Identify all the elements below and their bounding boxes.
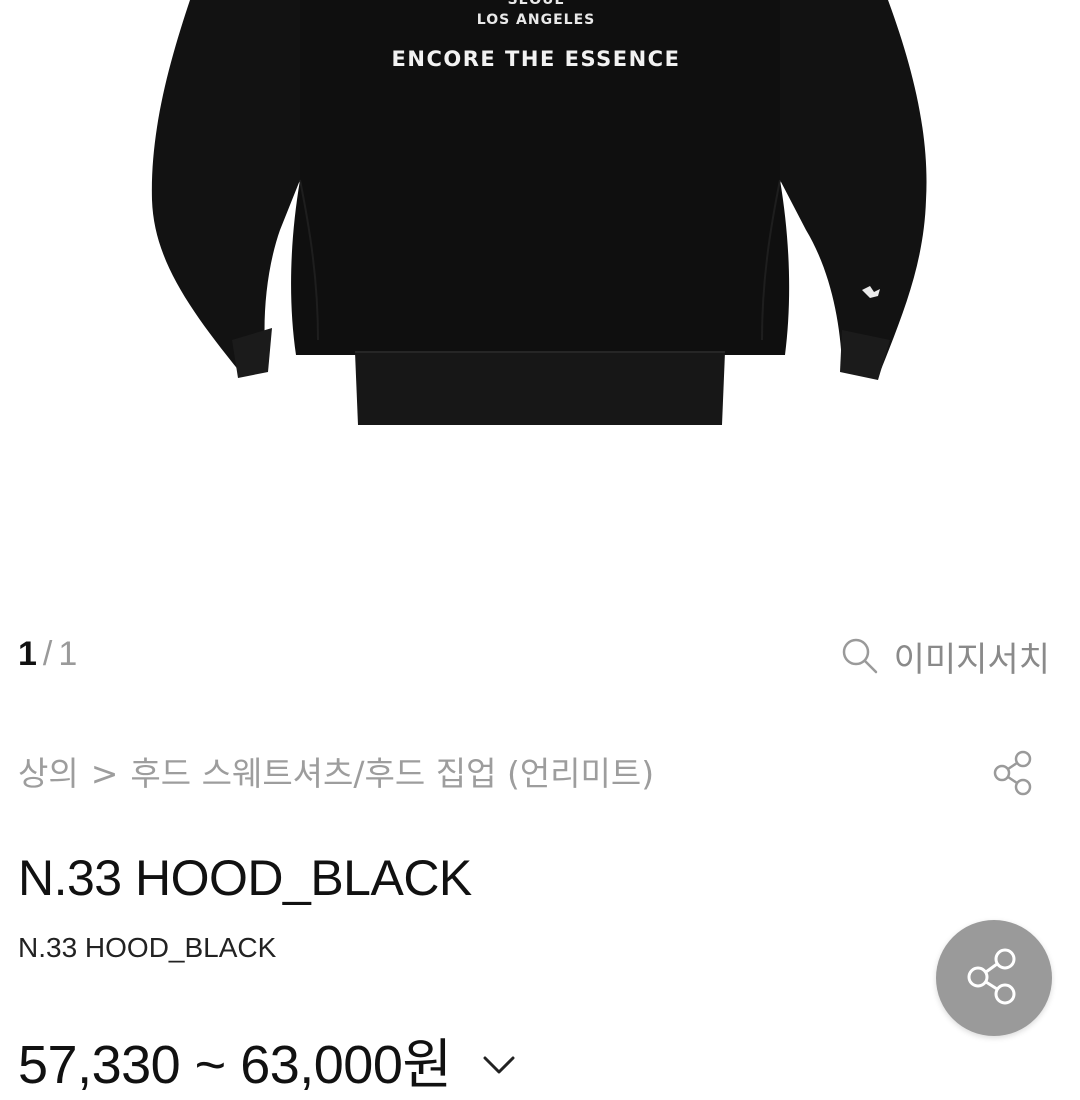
print-text-slogan: ENCORE THE ESSENCE (392, 47, 681, 71)
hoodie-illustration: SEOUL LOS ANGELES ENCORE THE ESSENCE (151, 0, 927, 425)
share-icon (962, 944, 1026, 1012)
image-pager: 1/1 (18, 632, 77, 676)
breadcrumb-separator: > (90, 754, 119, 793)
print-text-city-1: SEOUL (508, 0, 565, 8)
chevron-down-icon[interactable] (482, 1055, 516, 1075)
pager-separator: / (42, 635, 53, 673)
product-subtitle: N.33 HOOD_BLACK (18, 932, 277, 963)
breadcrumb-subcategory[interactable]: 후드 스웨트셔츠/후드 집업 (언리미트) (130, 754, 654, 793)
image-search-button[interactable]: 이미지서치 (840, 632, 1050, 680)
share-fab-button[interactable] (936, 920, 1052, 1036)
image-search-label: 이미지서치 (893, 639, 1050, 680)
product-price: 57,330 ~ 63,000원 (18, 1035, 452, 1095)
product-image[interactable]: SEOUL LOS ANGELES ENCORE THE ESSENCE (0, 0, 1080, 600)
breadcrumb-category[interactable]: 상의 (18, 754, 79, 793)
breadcrumb: 상의 > 후드 스웨트셔츠/후드 집업 (언리미트) (18, 750, 654, 798)
pager-total: 1 (58, 635, 78, 673)
print-text-city-2: LOS ANGELES (477, 12, 595, 28)
product-title: N.33 HOOD_BLACK (18, 850, 472, 906)
search-icon (840, 636, 880, 676)
price-row: 57,330 ~ 63,000원 (18, 1030, 516, 1100)
pager-current: 1 (18, 635, 37, 673)
share-icon[interactable] (990, 748, 1040, 798)
